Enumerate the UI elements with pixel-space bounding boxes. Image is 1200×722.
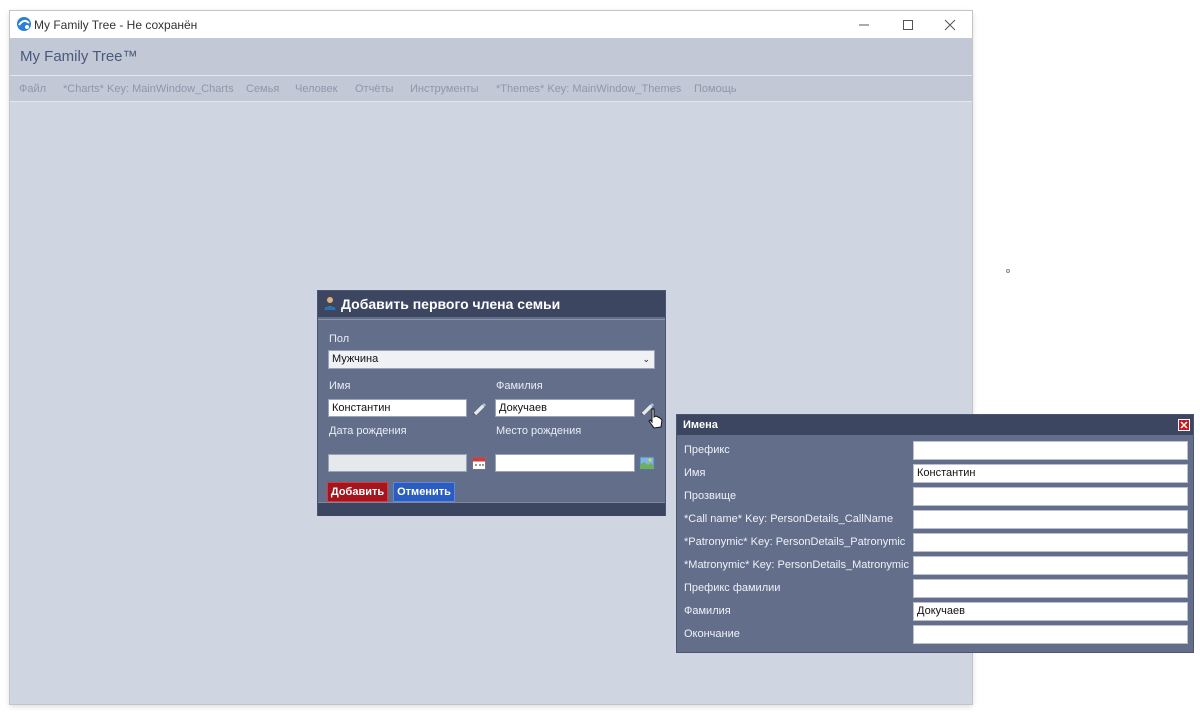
gender-value: Мужчина: [332, 353, 379, 365]
app-name: My Family Tree™: [20, 48, 138, 65]
menu-item-person[interactable]: Человек: [295, 83, 337, 95]
hand-pointer-icon: [648, 408, 663, 429]
call-name-label: *Call name* Key: PersonDetails_CallName: [684, 513, 894, 525]
names-panel-header: Имена: [677, 415, 1193, 435]
patronymic-label: *Patronymic* Key: PersonDetails_Patronym…: [684, 536, 906, 548]
last-name-input[interactable]: Докучаев: [495, 399, 635, 417]
given-name-label: Имя: [684, 467, 706, 479]
dialog-header: Добавить первого члена семьи: [318, 291, 665, 317]
menu-item-tools[interactable]: Инструменты: [410, 83, 479, 95]
add-first-member-dialog: Добавить первого члена семьи Пол Мужчина…: [318, 291, 665, 516]
first-name-input[interactable]: Константин: [328, 399, 467, 417]
family-tree-logo-icon: [17, 17, 31, 31]
window-title: My Family Tree - Не сохранён: [34, 18, 198, 32]
title-bar: My Family Tree - Не сохранён: [10, 11, 972, 38]
dialog-title: Добавить первого члена семьи: [341, 296, 561, 312]
names-panel-close-button[interactable]: [1178, 419, 1190, 431]
close-icon: [944, 19, 956, 30]
minimize-icon: [859, 24, 869, 25]
menu-item-charts[interactable]: *Charts* Key: MainWindow_Charts: [63, 83, 234, 95]
name-prefix-label: Префикс: [684, 444, 730, 456]
surname-label: Фамилия: [684, 605, 731, 617]
nickname-label: Прозвище: [684, 490, 737, 502]
matronymic-label: *Matronymic* Key: PersonDetails_Matronym…: [684, 559, 909, 571]
maximize-button[interactable]: [886, 11, 930, 38]
dialog-divider: [318, 319, 665, 320]
menu-item-family[interactable]: Семья: [246, 83, 279, 95]
birth-date-input[interactable]: [328, 454, 467, 472]
name-prefix-input[interactable]: [913, 441, 1188, 460]
given-name-input[interactable]: Константин: [913, 464, 1188, 483]
birth-place-label: Место рождения: [496, 425, 582, 437]
suffix-input[interactable]: [913, 625, 1188, 644]
patronymic-input[interactable]: [913, 533, 1188, 552]
add-button[interactable]: Добавить: [327, 482, 388, 502]
menu-item-file[interactable]: Файл: [19, 83, 46, 95]
menu-item-help[interactable]: Помощь: [694, 83, 737, 95]
menu-item-themes[interactable]: *Themes* Key: MainWindow_Themes: [496, 83, 681, 95]
surname-prefix-label: Префикс фамилии: [684, 582, 781, 594]
cancel-button[interactable]: Отменить: [393, 482, 455, 502]
close-button[interactable]: [928, 11, 972, 38]
menu-bar: Файл *Charts* Key: MainWindow_Charts Сем…: [10, 76, 972, 102]
nickname-input[interactable]: [913, 487, 1188, 506]
dialog-footer: [318, 502, 665, 516]
app-header: My Family Tree™: [10, 38, 972, 76]
matronymic-input[interactable]: [913, 556, 1188, 575]
calendar-icon[interactable]: [471, 455, 487, 471]
maximize-icon: [903, 19, 913, 30]
birth-date-label: Дата рождения: [329, 425, 407, 437]
gender-select[interactable]: Мужчина ⌄: [328, 350, 655, 369]
stray-dot: [1006, 269, 1010, 273]
last-name-label: Фамилия: [496, 380, 543, 392]
first-name-label: Имя: [329, 380, 351, 392]
suffix-label: Окончание: [684, 628, 740, 640]
close-icon: [1180, 421, 1188, 429]
minimize-button[interactable]: [842, 11, 886, 38]
names-panel: Имена Префикс Имя Константин Прозвище *C…: [677, 415, 1193, 652]
names-panel-title: Имена: [683, 419, 718, 431]
pencil-icon[interactable]: [471, 400, 487, 416]
gender-label: Пол: [329, 333, 350, 345]
menu-item-reports[interactable]: Отчёты: [355, 83, 393, 95]
chevron-down-icon: ⌄: [642, 354, 650, 364]
surname-input[interactable]: Докучаев: [913, 602, 1188, 621]
person-add-icon: [324, 297, 336, 310]
call-name-input[interactable]: [913, 510, 1188, 529]
birth-place-input[interactable]: [495, 454, 635, 472]
map-icon[interactable]: [639, 455, 655, 471]
surname-prefix-input[interactable]: [913, 579, 1188, 598]
